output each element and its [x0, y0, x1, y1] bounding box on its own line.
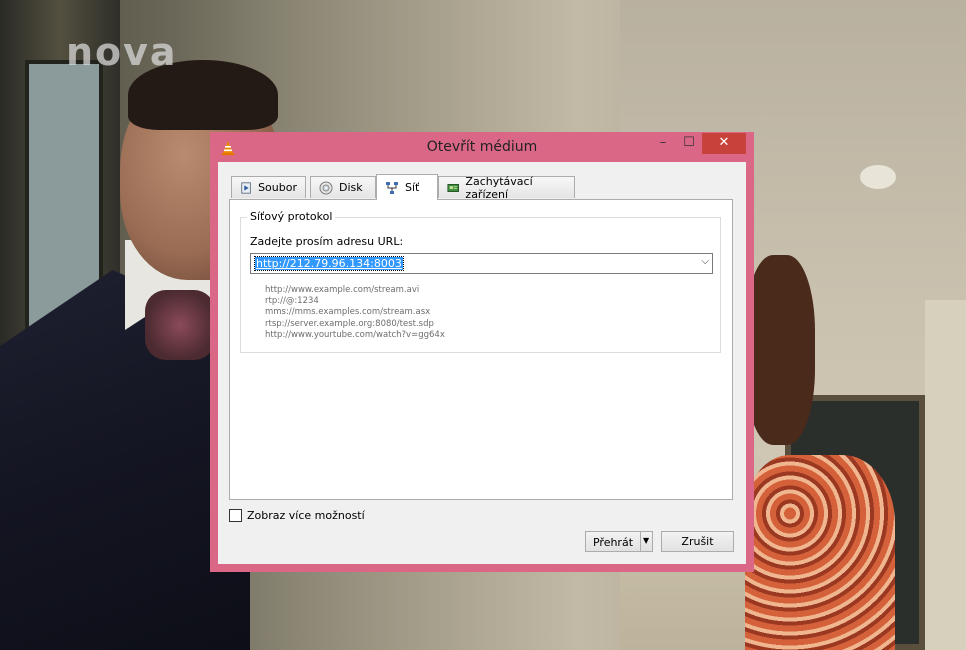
play-button-label: Přehrát [592, 536, 634, 549]
open-media-dialog: Otevřít médium – ☐ ✕ Soubor Disk Síť Zac… [210, 132, 754, 572]
man-cravat [145, 290, 215, 360]
network-protocol-group: Síťový protokol Zadejte prosím adresu UR… [240, 210, 721, 353]
url-example: mms://mms.examples.com/stream.asx [265, 307, 431, 318]
url-example: http://www.example.com/stream.avi [265, 285, 420, 295]
network-tab-panel: Síťový protokol Zadejte prosím adresu UR… [229, 199, 733, 500]
woman-dress [745, 455, 895, 650]
url-example: http://www.yourtube.com/watch?v=gg64x [265, 329, 445, 340]
nova-channel-logo: nova [66, 30, 178, 74]
tab-file-label: Soubor [258, 181, 297, 194]
show-more-options-checkbox[interactable] [229, 509, 242, 522]
show-more-options[interactable]: Zobraz více možností [229, 509, 365, 522]
chevron-down-icon[interactable]: ⌵ [701, 256, 709, 267]
background-pillar [925, 300, 966, 650]
woman-hair [745, 255, 815, 445]
tab-disc-label: Disk [339, 181, 363, 194]
maximize-button[interactable]: ☐ [676, 133, 702, 154]
network-protocol-group-title: Síťový protokol [247, 210, 336, 223]
url-input[interactable]: http://212.79.96.134:8003 [254, 256, 404, 271]
tab-network-label: Síť [405, 181, 420, 194]
play-dropdown-arrow-icon[interactable]: ▼ [643, 536, 649, 545]
tab-disc[interactable]: Disk [310, 176, 376, 198]
show-more-options-label: Zobraz více možností [247, 509, 365, 522]
capture-card-icon [447, 183, 459, 192]
close-button[interactable]: ✕ [702, 133, 746, 154]
minimize-button[interactable]: – [650, 133, 676, 154]
url-label: Zadejte prosím adresu URL: [250, 235, 404, 248]
url-examples: http://www.example.com/stream.avi rtp://… [265, 285, 445, 341]
dialog-client-area: Soubor Disk Síť Zachytávací zařízení Síť… [218, 162, 746, 564]
file-play-icon [241, 181, 251, 194]
dialog-titlebar[interactable]: Otevřít médium – ☐ ✕ [210, 132, 754, 162]
network-icon [386, 181, 398, 194]
ceiling-lamp [860, 165, 896, 189]
tab-capture-device[interactable]: Zachytávací zařízení [438, 174, 575, 201]
url-example: rtp://@:1234 [265, 296, 319, 307]
play-button[interactable]: Přehrát ▼ [585, 531, 653, 552]
tab-file[interactable]: Soubor [231, 176, 306, 198]
url-example: rtsp://server.example.org:8080/test.sdp [265, 318, 434, 329]
url-combobox[interactable]: http://212.79.96.134:8003 ⌵ [250, 253, 713, 274]
tab-capture-device-label: Zachytávací zařízení [465, 174, 533, 201]
play-button-divider [640, 532, 641, 551]
cancel-button[interactable]: Zrušit [661, 531, 734, 552]
tab-network[interactable]: Síť [376, 174, 438, 200]
disc-icon [319, 181, 333, 194]
